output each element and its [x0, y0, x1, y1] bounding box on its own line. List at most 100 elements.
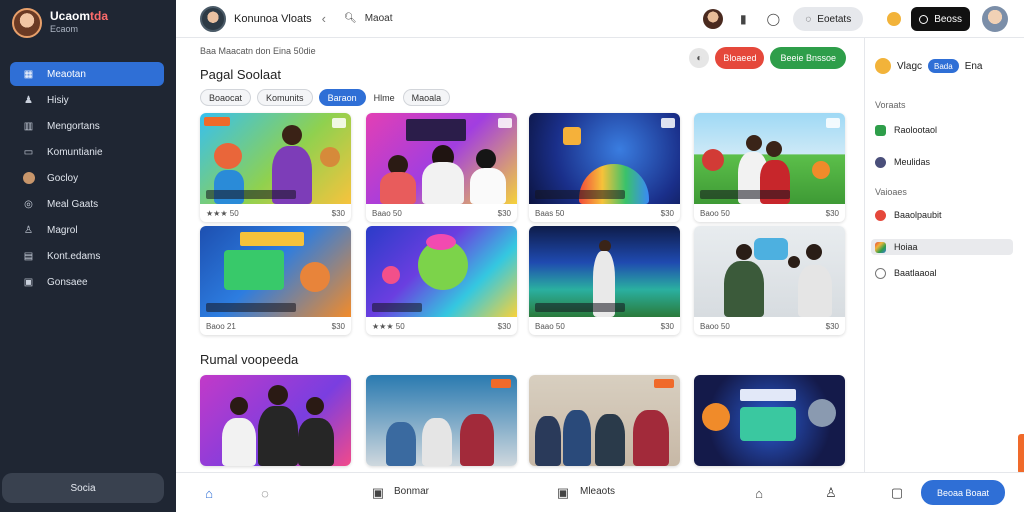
card-thumbnail: [200, 226, 351, 317]
coin-icon: [875, 58, 891, 74]
bottom-label[interactable]: Bonmar: [394, 486, 429, 497]
content-card[interactable]: [366, 375, 517, 466]
content-card[interactable]: Baoo 50 $30: [694, 226, 845, 335]
profile-name: Ucaomtda: [50, 9, 109, 23]
card-thumbnail: [366, 226, 517, 317]
clock-icon[interactable]: ◯: [763, 9, 783, 29]
green-action-button[interactable]: Beeie Bnssoe: [770, 47, 846, 69]
filter-chips: Boaocat Komunits Baraon Hlme Maoala: [200, 89, 451, 106]
coin-icon[interactable]: [887, 12, 902, 26]
grid-icon: ▦: [23, 68, 34, 80]
card-price: $30: [660, 208, 674, 218]
home-icon[interactable]: ⌂: [200, 484, 218, 502]
chip-0[interactable]: Boaocat: [200, 89, 252, 106]
card-thumbnail: [200, 113, 351, 204]
status-pill[interactable]: ◌ Eoetats: [793, 7, 864, 31]
chip-2[interactable]: Baraon: [318, 89, 366, 106]
content-card[interactable]: ★★★ 50 $30: [200, 113, 351, 222]
red-action-button[interactable]: Bloaeed: [715, 47, 765, 69]
sidebar-item-1[interactable]: ♟ Hisiy: [10, 88, 164, 112]
search-icon: ◌: [805, 13, 812, 25]
avatar[interactable]: [200, 5, 226, 32]
chevron-left-icon[interactable]: ‹: [322, 11, 326, 26]
avatar[interactable]: [982, 6, 1008, 32]
scrollbar[interactable]: [1018, 434, 1024, 474]
bottom-bar: ⌂ ◌ ▣ Bonmar ▣ Mleaots ⌂ ♙ ▢ Beoaa Boaat: [176, 472, 1024, 512]
content-card[interactable]: Baao 50 $30: [366, 113, 517, 222]
bottom-label[interactable]: Mleaots: [580, 486, 615, 497]
panel-section-title: Voraats: [875, 100, 906, 110]
avatar[interactable]: [703, 9, 724, 29]
content-card[interactable]: [200, 375, 351, 466]
sidebar-item-7[interactable]: ▤ Kont.edams: [10, 244, 164, 268]
social-button[interactable]: Socia: [2, 473, 164, 503]
profile[interactable]: Ucaomtda Ecaom: [0, 0, 176, 40]
card-rating: Baao 50: [372, 208, 402, 218]
panel-item[interactable]: Baatlaaoal: [871, 265, 1013, 281]
smile-icon: [875, 267, 886, 279]
sidebar-item-8[interactable]: ▣ Gonsaee: [10, 270, 164, 294]
chip-1[interactable]: Komunits: [257, 89, 313, 106]
content-card[interactable]: Baao 50 $30: [529, 226, 680, 335]
chat-icon[interactable]: ◌: [256, 484, 274, 502]
topbar: Konunoa Vloats ‹ 🔍︎ Maoat ▮ ◯ ◌ Eoetats B…: [176, 0, 1024, 38]
sidebar-item-label: Mengortans: [47, 120, 100, 132]
card-thumbnail: [694, 113, 845, 204]
notification-icon[interactable]: ▣: [369, 484, 387, 502]
panel-item[interactable]: Hoiaa: [871, 239, 1013, 255]
card-thumbnail: [529, 226, 680, 317]
topbar-actions: ▮ ◯ ◌ Eoetats Beoss: [703, 4, 1008, 34]
panel-header-suffix: Ena: [964, 60, 983, 72]
sidebar-item-5[interactable]: ◎ Meal Gaats: [10, 192, 164, 216]
content-card[interactable]: [529, 375, 680, 466]
sidebar: Ucaomtda Ecaom ▦ Meaotan ♟ Hisiy ▥ Mengorta…: [0, 0, 176, 512]
chip-3[interactable]: Hlme: [372, 89, 397, 106]
sidebar-item-2[interactable]: ▥ Mengortans: [10, 114, 164, 138]
card-rating: Baas 50: [535, 208, 565, 218]
status-badge[interactable]: Bada: [928, 59, 959, 73]
sidebar-item-4[interactable]: Gocloy: [10, 166, 164, 190]
window-icon[interactable]: ▢: [888, 484, 906, 502]
circle-icon: [919, 14, 929, 24]
card-rating: ★★★ 50: [372, 321, 405, 331]
section-title: Rumal voopeeda: [200, 352, 299, 367]
sidebar-item-label: Hisiy: [47, 94, 69, 106]
folder-icon: ▭: [23, 146, 34, 158]
avatar-dot-icon: [22, 172, 35, 185]
content-card[interactable]: Baoo 50 $30: [694, 113, 845, 222]
chip-4[interactable]: Maoala: [402, 89, 451, 106]
alert-icon[interactable]: ▣: [554, 484, 572, 502]
account-button[interactable]: Beoss: [911, 7, 970, 31]
table-icon: ▤: [23, 250, 34, 262]
card-rating: ★★★ 50: [206, 208, 239, 218]
search-input[interactable]: 🔍︎ Maoat: [344, 13, 393, 24]
sidebar-item-0[interactable]: ▦ Meaotan: [10, 62, 164, 86]
more-icon[interactable]: ◐: [689, 48, 710, 68]
section-title: Pagal Soolaat: [200, 67, 281, 82]
sidebar-item-6[interactable]: ♙ Magrol: [10, 218, 164, 242]
sidebar-item-label: Komuntianie: [47, 146, 103, 158]
app-root: Ucaomtda Ecaom ▦ Meaotan ♟ Hisiy ▥ Mengorta…: [0, 0, 1024, 512]
target-icon: ◎: [24, 198, 33, 210]
content-card[interactable]: [694, 375, 845, 466]
card-rating: Baoo 50: [700, 321, 730, 331]
panel-item[interactable]: Meulidas: [871, 154, 1013, 170]
sidebar-item-label: Magrol: [47, 224, 78, 236]
panel-item[interactable]: Baaolpaubit: [871, 207, 1013, 223]
panel-header: Vlagc Bada Ena: [875, 58, 983, 74]
box-icon: ▣: [23, 276, 34, 288]
content-card[interactable]: Baoo 21 $30: [200, 226, 351, 335]
main-actions: ◐ Bloaeed Beeie Bnssoe: [689, 47, 846, 69]
profile-subtitle: Ecaom: [50, 24, 79, 34]
profile-icon[interactable]: ♙: [822, 484, 840, 502]
bag-icon[interactable]: ⌂: [750, 484, 768, 502]
content-card[interactable]: ★★★ 50 $30: [366, 226, 517, 335]
notification-icon[interactable]: ▮: [733, 9, 753, 29]
panel-item[interactable]: Raolootaol: [871, 122, 1013, 138]
card-thumbnail: [200, 375, 351, 466]
card-rating: Baoo 21: [206, 321, 236, 331]
primary-button[interactable]: Beoaa Boaat: [921, 480, 1005, 505]
sidebar-item-3[interactable]: ▭ Komuntianie: [10, 140, 164, 164]
content-card[interactable]: Baas 50 $30: [529, 113, 680, 222]
panel-header-label: Vlagc: [897, 60, 923, 72]
